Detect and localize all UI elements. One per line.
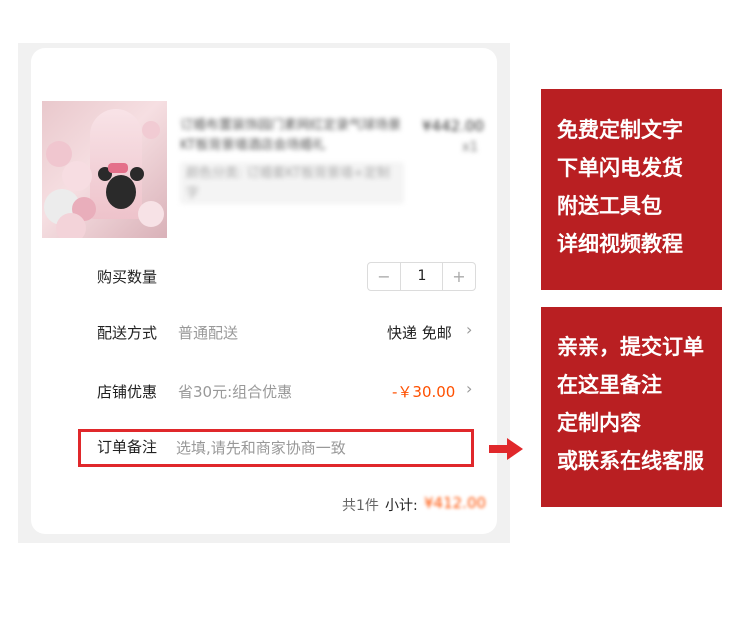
promo-line: 或联系在线客服	[557, 449, 704, 473]
memo-highlight-box	[78, 429, 474, 467]
promo-line: 定制内容	[557, 411, 641, 435]
promo-line: 附送工具包	[557, 194, 662, 218]
product-quantity-badge: x1	[462, 140, 478, 155]
quantity-label: 购买数量	[97, 268, 158, 286]
promo-banner-top: 免费定制文字 下单闪电发货 附送工具包 详细视频教程	[541, 89, 722, 290]
promo-line: 在这里备注	[557, 373, 662, 397]
promo-line: 亲亲，提交订单	[557, 335, 704, 359]
promo-line: 免费定制文字	[557, 118, 683, 142]
increment-button[interactable]: +	[442, 263, 475, 290]
delivery-label: 配送方式	[97, 324, 158, 342]
quantity-value[interactable]: 1	[401, 263, 443, 290]
discount-label: 店铺优惠	[97, 383, 158, 401]
decrement-button[interactable]: −	[368, 263, 401, 290]
discount-value: -￥30.00	[392, 383, 456, 401]
delivery-value: 快递 免邮	[387, 324, 452, 342]
promo-line: 下单闪电发货	[557, 156, 683, 180]
item-count: 共1件	[342, 498, 379, 514]
subtotal-value: ¥412.00	[424, 494, 487, 512]
quantity-stepper: − 1 +	[367, 262, 476, 291]
product-price: ¥442.00	[422, 117, 485, 135]
discount-hint: 省30元:组合优惠	[178, 383, 293, 401]
chevron-right-icon: ›	[466, 379, 473, 398]
arrow-right-icon	[489, 438, 523, 460]
promo-banner-bottom: 亲亲，提交订单 在这里备注 定制内容 或联系在线客服	[541, 307, 722, 507]
subtotal-label: 小计:	[385, 498, 418, 514]
chevron-right-icon: ›	[466, 320, 473, 339]
product-image[interactable]	[42, 101, 167, 238]
promo-line: 详细视频教程	[557, 232, 683, 256]
delivery-hint: 普通配送	[178, 324, 239, 342]
product-spec: 颜色分类: 订婚套KT板背景墙+定制字	[180, 162, 404, 204]
product-title[interactable]: 订婚布置装饰园门素网红定录气球场景KT板背景墙酒店会场婚礼	[180, 116, 402, 156]
